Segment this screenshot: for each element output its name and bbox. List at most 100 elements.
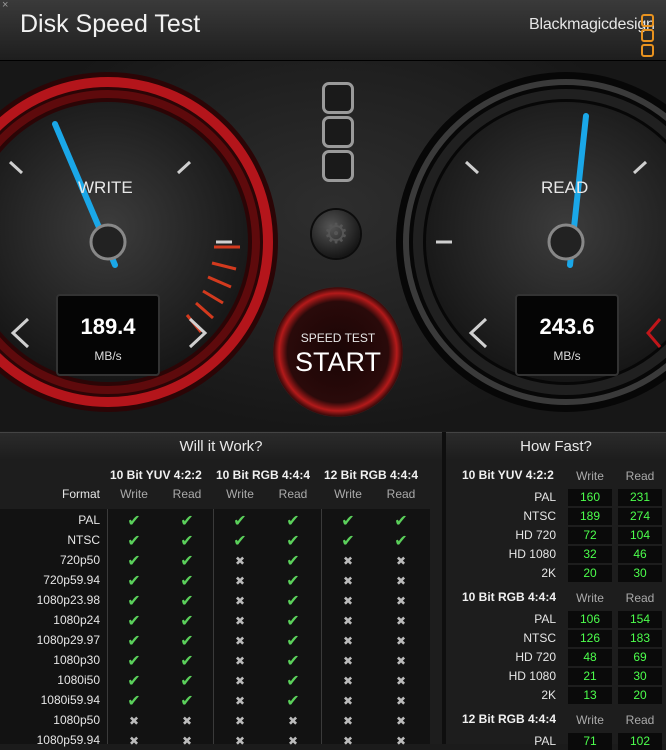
how-fast-format-label: HD 720 <box>515 528 556 542</box>
cross-icon: ✖ <box>287 714 299 728</box>
check-icon: ✔ <box>127 693 141 710</box>
cross-icon: ✖ <box>181 734 193 748</box>
cross-icon: ✖ <box>342 714 354 728</box>
cross-icon: ✖ <box>342 734 354 748</box>
write-speed-readout: 189.4 MB/s <box>56 294 160 376</box>
cross-icon: ✖ <box>181 714 193 728</box>
check-icon: ✔ <box>286 633 300 650</box>
check-icon: ✔ <box>394 513 408 530</box>
how-fast-format-label: HD 1080 <box>508 669 556 683</box>
check-icon: ✔ <box>286 673 300 690</box>
cross-icon: ✖ <box>128 714 140 728</box>
check-icon: ✔ <box>341 513 355 530</box>
how-fast-group-header: 12 Bit RGB 4:4:4 <box>462 712 557 726</box>
how-fast-format-label: 2K <box>541 566 556 580</box>
will-it-work-header: Will it Work? <box>0 432 442 461</box>
read-speed-readout: 243.6 MB/s <box>515 294 619 376</box>
check-icon: ✔ <box>180 573 194 590</box>
read-speed-cell: 30 <box>618 668 662 685</box>
write-speed-cell: 189 <box>568 508 612 525</box>
direction-column-header: Read <box>386 487 416 501</box>
format-row-label: 1080p29.97 <box>36 633 100 647</box>
read-speed-value: 243.6 <box>539 314 595 339</box>
check-icon: ✔ <box>286 573 300 590</box>
check-icon: ✔ <box>127 613 141 630</box>
settings-button[interactable]: ⚙ <box>312 210 360 258</box>
check-icon: ✔ <box>341 533 355 550</box>
start-button[interactable]: SPEED TEST START <box>273 287 403 417</box>
write-column-header: Write <box>576 469 604 483</box>
check-icon: ✔ <box>180 593 194 610</box>
format-group-header: 10 Bit YUV 4:2:2 <box>110 468 202 482</box>
format-row-label: 1080i59.94 <box>40 693 100 707</box>
read-speed-cell: 30 <box>618 565 662 582</box>
write-speed-cell: 106 <box>568 611 612 628</box>
check-icon: ✔ <box>286 693 300 710</box>
cross-icon: ✖ <box>342 694 354 708</box>
direction-column-header: Read <box>172 487 202 501</box>
cross-icon: ✖ <box>395 654 407 668</box>
cross-icon: ✖ <box>395 694 407 708</box>
format-group-header: 10 Bit RGB 4:4:4 <box>216 468 311 482</box>
how-fast-format-label: 2K <box>541 688 556 702</box>
cross-icon: ✖ <box>395 674 407 688</box>
check-icon: ✔ <box>286 513 300 530</box>
write-speed-cell: 13 <box>568 687 612 704</box>
write-speed-unit: MB/s <box>94 349 122 363</box>
brand-name: Blackmagicdesign <box>529 16 655 33</box>
write-speed-cell: 48 <box>568 649 612 666</box>
check-icon: ✔ <box>127 673 141 690</box>
read-gauge-label: READ <box>541 178 589 197</box>
read-speed-cell: 183 <box>618 630 662 647</box>
brand-logo-icon <box>641 14 655 59</box>
check-icon: ✔ <box>127 653 141 670</box>
read-speed-cell: 231 <box>618 489 662 506</box>
check-icon: ✔ <box>127 633 141 650</box>
read-column-header: Read <box>625 713 655 727</box>
write-column-header: Write <box>576 591 604 605</box>
check-icon: ✔ <box>127 533 141 550</box>
check-icon: ✔ <box>180 693 194 710</box>
target-select-button-3[interactable] <box>322 150 354 182</box>
how-fast-format-label: NTSC <box>523 631 556 645</box>
cross-icon: ✖ <box>342 554 354 568</box>
cross-icon: ✖ <box>342 654 354 668</box>
read-speed-unit: MB/s <box>553 349 581 363</box>
check-icon: ✔ <box>180 513 194 530</box>
how-fast-format-label: PAL <box>534 612 556 626</box>
write-speed-cell: 21 <box>568 668 612 685</box>
cross-icon: ✖ <box>342 594 354 608</box>
cross-icon: ✖ <box>342 674 354 688</box>
write-speed-cell: 71 <box>568 733 612 750</box>
check-icon: ✔ <box>286 593 300 610</box>
cross-icon: ✖ <box>234 714 246 728</box>
write-speed-cell: 160 <box>568 489 612 506</box>
cross-icon: ✖ <box>234 574 246 588</box>
how-fast-group-header: 10 Bit RGB 4:4:4 <box>462 590 557 604</box>
cross-icon: ✖ <box>342 614 354 628</box>
target-select-button-1[interactable] <box>322 82 354 114</box>
cross-icon: ✖ <box>234 554 246 568</box>
cross-icon: ✖ <box>342 634 354 648</box>
check-icon: ✔ <box>180 533 194 550</box>
write-speed-cell: 20 <box>568 565 612 582</box>
close-icon[interactable]: × <box>2 0 8 11</box>
read-speed-cell: 46 <box>618 546 662 563</box>
app-title: Disk Speed Test <box>20 10 201 38</box>
cross-icon: ✖ <box>234 634 246 648</box>
format-column-header: Format <box>61 487 100 501</box>
read-speed-cell: 20 <box>618 687 662 704</box>
start-button-label: START <box>294 347 381 377</box>
cross-icon: ✖ <box>342 574 354 588</box>
cross-icon: ✖ <box>287 734 299 748</box>
start-button-caption: SPEED TEST <box>300 331 376 345</box>
check-icon: ✔ <box>127 513 141 530</box>
gauge-panel: WRITE READ 189.4 MB/s 243.6 MB/s ⚙ SPEED… <box>0 61 666 431</box>
write-speed-value: 189.4 <box>80 314 136 339</box>
write-gauge-label: WRITE <box>78 178 133 197</box>
target-select-button-2[interactable] <box>322 116 354 148</box>
check-icon: ✔ <box>127 573 141 590</box>
read-speed-cell: 104 <box>618 527 662 544</box>
write-column-header: Write <box>576 713 604 727</box>
write-speed-cell: 32 <box>568 546 612 563</box>
